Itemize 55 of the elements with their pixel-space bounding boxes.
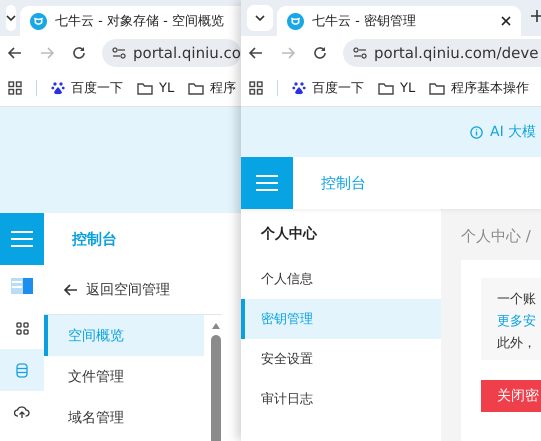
bookmark[interactable]: 程序基本操作 xyxy=(429,79,530,97)
new-tab-icon[interactable] xyxy=(531,10,541,22)
cow-logo-icon xyxy=(287,12,304,30)
back-arrow-icon xyxy=(64,284,78,296)
menu-item[interactable]: 域名管理 xyxy=(44,397,204,438)
bookmark[interactable]: 程序 xyxy=(188,79,236,97)
cloud-upload-icon xyxy=(14,406,30,418)
tab-list-button[interactable] xyxy=(6,5,16,31)
reload-icon[interactable] xyxy=(72,46,86,60)
chevron-down-icon xyxy=(255,15,265,21)
bookmark[interactable]: 百度一下 xyxy=(51,79,123,97)
grid-icon xyxy=(16,322,28,334)
menu-button[interactable] xyxy=(0,213,44,265)
reload-icon[interactable] xyxy=(313,46,327,60)
close-key-button[interactable]: 关闭密 xyxy=(481,380,541,412)
sidebar-item[interactable]: 审计日志 xyxy=(241,379,441,419)
sidebar-item[interactable]: 个人信息 xyxy=(241,259,441,299)
menu-button[interactable] xyxy=(241,157,293,209)
close-icon[interactable] xyxy=(501,16,511,26)
address-bar[interactable]: portal.qiniu.com/deve xyxy=(343,39,541,67)
storage-logo-icon xyxy=(11,278,33,294)
sidebar-item[interactable]: 安全设置 xyxy=(241,339,441,379)
sidebar-heading: 个人中心 xyxy=(260,224,318,244)
menu-icon[interactable] xyxy=(256,175,278,191)
back-arrow-icon[interactable] xyxy=(8,47,22,59)
paw-icon xyxy=(51,81,65,95)
bookmark[interactable]: YL xyxy=(378,80,416,96)
notice-text: 一个账 xyxy=(497,291,537,308)
menu-icon[interactable] xyxy=(11,231,33,247)
apps-grid-icon[interactable] xyxy=(249,81,263,95)
chevron-down-icon xyxy=(6,15,16,21)
tab-list-button[interactable] xyxy=(247,5,273,31)
info-icon xyxy=(470,126,483,138)
bookmark[interactable]: 百度一下 xyxy=(292,79,364,97)
bookmark[interactable]: YL xyxy=(137,80,174,96)
console-title: 控制台 xyxy=(72,230,117,248)
back-arrow-icon[interactable] xyxy=(249,47,263,59)
browser-tab[interactable]: 七牛云 - 密钥管理 xyxy=(277,6,521,36)
menu-item[interactable]: 文件管理 xyxy=(44,356,204,397)
folder-icon xyxy=(188,82,204,94)
console-title: 控制台 xyxy=(321,174,366,192)
banner-text: AI 大模 xyxy=(490,123,536,141)
site-settings-icon[interactable] xyxy=(353,47,367,59)
site-settings-icon[interactable] xyxy=(112,47,126,59)
paw-icon xyxy=(292,81,306,95)
apps-grid-icon[interactable] xyxy=(8,81,22,95)
browser-tab[interactable]: 七牛云 - 对象存储 - 空间概览 xyxy=(20,6,241,36)
address-bar[interactable]: portal.qiniu.co xyxy=(102,39,241,67)
folder-icon xyxy=(378,82,394,94)
breadcrumb: 个人中心 / xyxy=(461,227,531,245)
folder-icon xyxy=(137,82,153,94)
database-icon xyxy=(16,362,28,378)
notice-text: 此外， xyxy=(497,335,537,352)
folder-icon xyxy=(429,82,446,94)
cow-logo-icon xyxy=(30,12,47,30)
